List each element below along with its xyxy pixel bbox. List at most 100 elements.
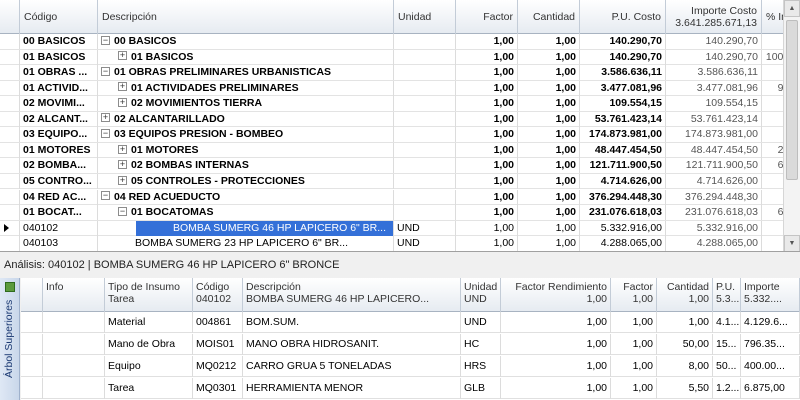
cell-pu[interactable]: 4.1... [713, 312, 741, 333]
cell-importe-costo[interactable]: 3.586.636,11 [666, 65, 762, 81]
row-indicator[interactable] [21, 378, 43, 399]
cell-cantidad[interactable]: 1,00 [518, 49, 580, 65]
cell-codigo[interactable]: 01 OBRAS ... [20, 65, 98, 81]
cell-descripcion[interactable]: −01 OBRAS PRELIMINARES URBANISTICAS [98, 65, 394, 81]
row-indicator[interactable] [0, 111, 20, 127]
cell-pu-costo[interactable]: 53.761.423,14 [580, 111, 666, 127]
expand-icon[interactable]: + [118, 51, 127, 61]
collapse-icon[interactable]: − [118, 206, 127, 216]
cell-importe[interactable]: 400.00... [741, 356, 800, 377]
header-importe-costo[interactable]: Importe Costo 3.641.285.671,13 [666, 0, 762, 34]
cell-pu-costo[interactable]: 376.294.448,30 [580, 189, 666, 205]
cell-pu-costo[interactable]: 109.554,15 [580, 96, 666, 112]
collapse-icon[interactable]: − [101, 191, 110, 201]
collapse-icon[interactable]: − [101, 129, 110, 139]
table-row[interactable]: 02 BOMBA... +02 BOMBAS INTERNAS 1,00 1,00 12… [0, 158, 800, 174]
cell-factor[interactable]: 1,00 [456, 49, 518, 65]
cell-info[interactable] [43, 312, 105, 333]
cell-pu-costo[interactable]: 5.332.916,00 [580, 220, 666, 236]
cell-info[interactable] [43, 356, 105, 377]
row-indicator[interactable] [0, 49, 20, 65]
cell-importe-costo[interactable]: 376.294.448,30 [666, 189, 762, 205]
cell-codigo[interactable]: 040102 [20, 220, 98, 236]
cell-unidad[interactable] [394, 49, 456, 65]
cell-codigo[interactable]: 004861 [193, 312, 243, 333]
table-row[interactable]: Tarea MQ0301 HERRAMIENTA MENOR GLB 1,00 1,00 5… [21, 378, 800, 399]
row-indicator[interactable] [0, 142, 20, 158]
cell-factor-rendimiento[interactable]: 1,00 [501, 312, 611, 333]
cell-cantidad[interactable]: 1,00 [518, 173, 580, 189]
table-row[interactable]: 01 ACTIVID... +01 ACTIVIDADES PRELIMINARE… [0, 80, 800, 97]
row-indicator[interactable] [0, 80, 20, 96]
cell-codigo[interactable]: 04 RED AC... [20, 189, 98, 205]
cell-descripcion[interactable]: +02 ALCANTARILLADO [98, 111, 394, 127]
cell-codigo[interactable]: 02 ALCANT... [20, 111, 98, 127]
table-row[interactable]: Mano de Obra MOIS01 MANO OBRA HIDROSANIT. H… [21, 334, 800, 355]
row-indicator[interactable] [0, 158, 20, 174]
cell-descripcion[interactable]: +05 CONTROLES - PROTECCIONES [98, 173, 394, 189]
cell-factor[interactable]: 1,00 [611, 378, 657, 399]
cell-factor[interactable]: 1,00 [456, 173, 518, 189]
cell-cantidad[interactable]: 1,00 [518, 220, 580, 236]
cell-importe-costo[interactable]: 53.761.423,14 [666, 111, 762, 127]
cell-pu-costo[interactable]: 48.447.454,50 [580, 142, 666, 158]
cell-descripcion[interactable]: +01 ACTIVIDADES PRELIMINARES [98, 80, 394, 96]
cell-cantidad[interactable]: 1,00 [518, 34, 580, 49]
cell-unidad[interactable]: GLB [461, 378, 501, 399]
row-indicator[interactable] [0, 173, 20, 189]
cell-cantidad[interactable]: 1,00 [518, 80, 580, 96]
header-descripcion[interactable]: Descripción BOMBA SUMERG 46 HP LAPICERO.… [243, 278, 461, 312]
row-indicator[interactable] [0, 205, 20, 221]
cell-factor[interactable]: 1,00 [456, 142, 518, 158]
cell-cantidad[interactable]: 1,00 [518, 65, 580, 81]
cell-unidad[interactable] [394, 111, 456, 127]
cell-codigo[interactable]: 040103 [20, 236, 98, 251]
cell-unidad[interactable] [394, 65, 456, 81]
cell-cantidad[interactable]: 5,50 [657, 378, 713, 399]
cell-unidad[interactable]: UND [394, 220, 456, 236]
cell-pu-costo[interactable]: 4.714.626,00 [580, 173, 666, 189]
header-codigo[interactable]: Código [20, 0, 98, 34]
expand-icon[interactable]: + [101, 113, 110, 123]
header-importe[interactable]: Importe 5.332.... [741, 278, 800, 312]
expand-icon[interactable]: + [118, 160, 127, 170]
cell-factor[interactable]: 1,00 [611, 356, 657, 377]
row-indicator[interactable] [0, 127, 20, 143]
header-factor[interactable]: Factor 1,00 [611, 278, 657, 312]
cell-importe-costo[interactable]: 140.290,70 [666, 49, 762, 65]
table-row[interactable]: 01 MOTORES +01 MOTORES 1,00 1,00 48.447.454,… [0, 142, 800, 159]
header-pu[interactable]: P.U. 5.3... [713, 278, 741, 312]
cell-descripcion[interactable]: +02 BOMBAS INTERNAS [98, 158, 394, 174]
cell-codigo[interactable]: MQ0301 [193, 378, 243, 399]
cell-codigo[interactable]: 00 BASICOS [20, 34, 98, 49]
cell-pu-costo[interactable]: 4.288.065,00 [580, 236, 666, 251]
cell-codigo[interactable]: 01 BASICOS [20, 49, 98, 65]
header-cantidad[interactable]: Cantidad 1,00 [657, 278, 713, 312]
cell-unidad[interactable] [394, 189, 456, 205]
cell-unidad[interactable]: HRS [461, 356, 501, 377]
cell-tipo-insumo[interactable]: Material [105, 312, 193, 333]
cell-descripcion[interactable]: CARRO GRUA 5 TONELADAS [243, 356, 461, 377]
cell-descripcion[interactable]: MANO OBRA HIDROSANIT. [243, 334, 461, 355]
cell-factor[interactable]: 1,00 [456, 220, 518, 236]
scroll-up-arrow-icon[interactable]: ▲ [784, 0, 800, 17]
table-row[interactable]: 02 ALCANT... +02 ALCANTARILLADO 1,00 1,00 53… [0, 111, 800, 128]
cell-unidad[interactable]: HC [461, 334, 501, 355]
cell-pu-costo[interactable]: 231.076.618,03 [580, 205, 666, 221]
cell-factor[interactable]: 1,00 [456, 65, 518, 81]
row-indicator[interactable] [0, 220, 20, 236]
cell-descripcion[interactable]: +02 MOVIMIENTOS TIERRA [98, 96, 394, 112]
table-row[interactable]: 05 CONTRO... +05 CONTROLES - PROTECCIONES… [0, 173, 800, 190]
cell-importe-costo[interactable]: 4.714.626,00 [666, 173, 762, 189]
table-row[interactable]: Equipo MQ0212 CARRO GRUA 5 TONELADAS HRS 1,0… [21, 356, 800, 377]
cell-factor[interactable]: 1,00 [456, 127, 518, 143]
cell-cantidad[interactable]: 50,00 [657, 334, 713, 355]
table-row[interactable]: 01 BASICOS +01 BASICOS 1,00 1,00 140.290,70 1… [0, 49, 800, 66]
cell-factor[interactable]: 1,00 [456, 236, 518, 251]
header-codigo[interactable]: Código 040102 [193, 278, 243, 312]
cell-importe-costo[interactable]: 174.873.981,00 [666, 127, 762, 143]
cell-cantidad[interactable]: 1,00 [518, 205, 580, 221]
row-indicator[interactable] [0, 65, 20, 81]
header-pu-costo[interactable]: P.U. Costo [580, 0, 666, 34]
cell-cantidad[interactable]: 1,00 [518, 189, 580, 205]
